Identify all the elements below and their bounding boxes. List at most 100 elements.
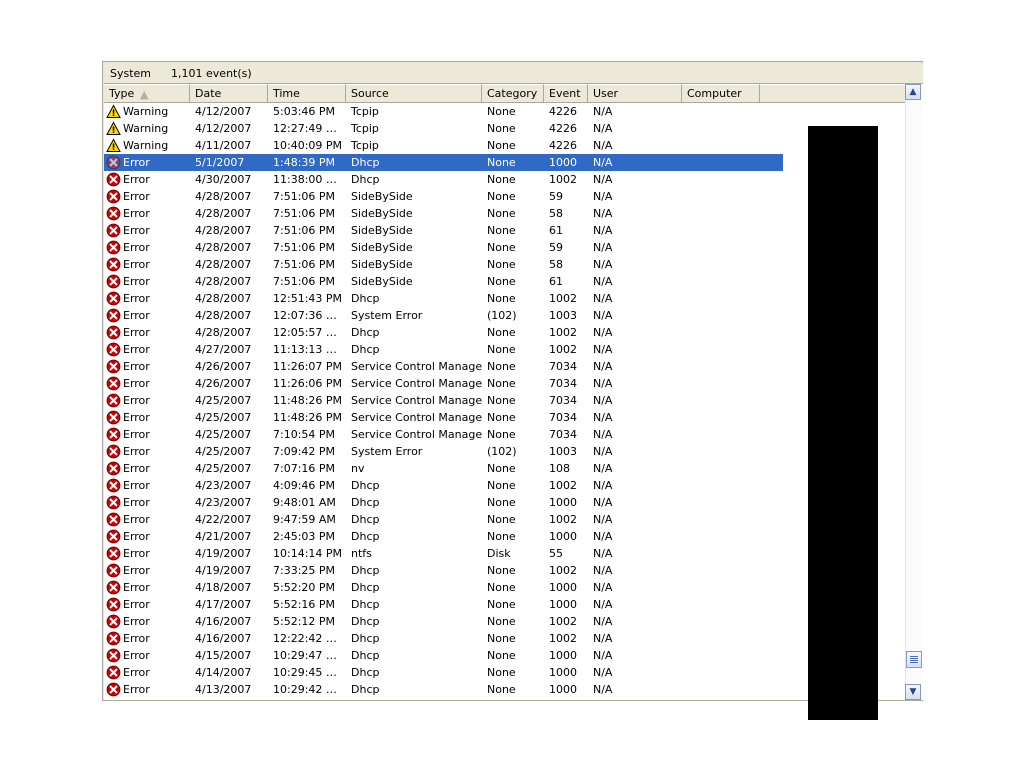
scroll-down-button[interactable]: ▼ [905, 684, 921, 700]
table-row[interactable]: Error 4/23/2007 4:09:46 PM Dhcp None 1002 N/A [104, 477, 907, 494]
column-header-type[interactable]: Type ▲ [104, 84, 190, 103]
table-row[interactable]: Error 4/30/2007 11:38:00 … Dhcp None 1002 N/A [104, 171, 907, 188]
cell-time: 7:51:06 PM [273, 207, 336, 220]
cell-user: N/A [593, 309, 613, 322]
warning-triangle-icon [106, 138, 121, 153]
table-row[interactable]: Error 4/25/2007 7:09:42 PM System Error (102… [104, 443, 907, 460]
table-row[interactable]: Error 5/1/2007 1:48:39 PM Dhcp None 1000 N/A [104, 154, 783, 171]
cell-source: SideBySide [351, 275, 413, 288]
table-row[interactable]: Error 4/28/2007 12:05:57 … Dhcp None 1002 N/A [104, 324, 907, 341]
column-header-source[interactable]: Source [346, 84, 482, 103]
table-row[interactable]: Error 4/23/2007 9:48:01 AM Dhcp None 1000 N/A [104, 494, 907, 511]
cell-category: None [487, 428, 516, 441]
scroll-up-button[interactable]: ▲ [905, 84, 921, 100]
scrollbar-thumb[interactable] [906, 651, 922, 668]
column-header-time[interactable]: Time [268, 84, 346, 103]
column-header-computer[interactable]: Computer [682, 84, 760, 103]
cell-event: 58 [549, 258, 563, 271]
cell-source: Dhcp [351, 292, 380, 305]
cell-type: Error [104, 477, 190, 494]
table-row[interactable]: Warning 4/12/2007 5:03:46 PM Tcpip None 4226 N… [104, 103, 907, 120]
error-circle-icon [106, 580, 121, 595]
event-type-label: Error [123, 445, 150, 458]
cell-date: 4/28/2007 [195, 309, 252, 322]
table-row[interactable]: Error 4/28/2007 7:51:06 PM SideBySide None 58… [104, 205, 907, 222]
cell-user: N/A [593, 581, 613, 594]
cell-source: Dhcp [351, 326, 380, 339]
cell-time: 9:47:59 AM [273, 513, 336, 526]
table-row[interactable]: Error 4/16/2007 5:52:12 PM Dhcp None 1002 N/A [104, 613, 907, 630]
column-header-user[interactable]: User [588, 84, 682, 103]
cell-computer [682, 596, 760, 613]
table-row[interactable]: Error 4/28/2007 12:51:43 PM Dhcp None 1002 N/A [104, 290, 907, 307]
cell-event: 1003 [549, 445, 577, 458]
cell-type: Error [104, 562, 190, 579]
table-row[interactable]: Error 4/25/2007 11:48:26 PM Service Control… [104, 392, 907, 409]
cell-category: None [487, 122, 516, 135]
cell-event: 7034 [549, 360, 577, 373]
event-list-view[interactable]: Type ▲ Date Time Source Category Event User Comp… [104, 84, 923, 720]
table-row[interactable]: Error 4/28/2007 7:51:06 PM SideBySide None 61… [104, 273, 907, 290]
log-name-label: System [110, 66, 152, 80]
table-row[interactable]: Error 4/25/2007 7:10:54 PM Service Control … [104, 426, 907, 443]
error-circle-icon [106, 359, 121, 374]
cell-source: SideBySide [351, 224, 413, 237]
cell-user: N/A [593, 190, 613, 203]
cell-date: 4/23/2007 [195, 496, 252, 509]
table-row[interactable]: Error 4/25/2007 11:48:26 PM Service Control… [104, 409, 907, 426]
cell-computer [682, 443, 760, 460]
column-header-date[interactable]: Date [190, 84, 268, 103]
column-header-label: Computer [687, 87, 742, 100]
table-row[interactable]: Error 4/17/2007 5:52:16 PM Dhcp None 1000 N/A [104, 596, 907, 613]
cell-user: N/A [593, 445, 613, 458]
table-row[interactable]: Warning 4/12/2007 12:27:49 … Tcpip None 4226 N… [104, 120, 907, 137]
cell-user: N/A [593, 479, 613, 492]
scrollbar-track[interactable] [905, 100, 922, 684]
cell-computer [682, 613, 760, 630]
cell-event: 1000 [549, 496, 577, 509]
table-row[interactable]: Error 4/13/2007 10:29:42 … Dhcp None 1000 N/A [104, 681, 907, 698]
event-type-label: Error [123, 649, 150, 662]
error-circle-icon [106, 495, 121, 510]
error-circle-icon [106, 376, 121, 391]
table-row[interactable]: Error 4/21/2007 2:45:03 PM Dhcp None 1000 N/A [104, 528, 907, 545]
cell-category: None [487, 190, 516, 203]
cell-user: N/A [593, 224, 613, 237]
table-row[interactable]: Error 4/15/2007 10:29:47 … Dhcp None 1000 N/A [104, 647, 907, 664]
cell-date: 4/18/2007 [195, 581, 252, 594]
cell-event: 61 [549, 275, 563, 288]
column-header-filler[interactable] [760, 84, 907, 103]
cell-user: N/A [593, 343, 613, 356]
table-row[interactable]: Error 4/28/2007 7:51:06 PM SideBySide None 59… [104, 239, 907, 256]
cell-event: 1000 [549, 530, 577, 543]
vertical-scrollbar[interactable]: ▲ ▼ [905, 84, 922, 700]
cell-user: N/A [593, 632, 613, 645]
table-row[interactable]: Warning 4/11/2007 10:40:09 PM Tcpip None 4226… [104, 137, 907, 154]
cell-source: System Error [351, 445, 423, 458]
event-rows-container[interactable]: Warning 4/12/2007 5:03:46 PM Tcpip None 4226 N… [104, 103, 907, 700]
table-row[interactable]: Error 4/16/2007 12:22:42 … Dhcp None 1002 N/A [104, 630, 907, 647]
table-row[interactable]: Error 4/22/2007 9:47:59 AM Dhcp None 1002 N/A [104, 511, 907, 528]
table-row[interactable]: Error 4/19/2007 10:14:14 PM ntfs Disk 55 N/A [104, 545, 907, 562]
cell-user: N/A [593, 666, 613, 679]
table-row[interactable]: Error 4/28/2007 7:51:06 PM SideBySide None 58… [104, 256, 907, 273]
event-type-label: Error [123, 411, 150, 424]
table-row[interactable]: Error 4/19/2007 7:33:25 PM Dhcp None 1002 N/A [104, 562, 907, 579]
cell-computer [682, 494, 760, 511]
table-row[interactable]: Error 4/18/2007 5:52:20 PM Dhcp None 1000 N/A [104, 579, 907, 596]
table-row[interactable]: Error 4/28/2007 7:51:06 PM SideBySide None 61… [104, 222, 907, 239]
table-row[interactable]: Error 4/26/2007 11:26:07 PM Service Control… [104, 358, 907, 375]
table-row[interactable]: Error 4/14/2007 10:29:45 … Dhcp None 1000 N/A [104, 664, 907, 681]
cell-date: 4/11/2007 [195, 139, 252, 152]
table-row[interactable]: Error 4/26/2007 11:26:06 PM Service Control… [104, 375, 907, 392]
column-header-category[interactable]: Category [482, 84, 544, 103]
cell-category: None [487, 360, 516, 373]
cell-date: 4/12/2007 [195, 105, 252, 118]
table-row[interactable]: Error 4/28/2007 12:07:36 … System Error (102… [104, 307, 907, 324]
cell-date: 4/28/2007 [195, 224, 252, 237]
column-header-event[interactable]: Event [544, 84, 588, 103]
cell-time: 12:05:57 … [273, 326, 337, 339]
table-row[interactable]: Error 4/28/2007 7:51:06 PM SideBySide None 59… [104, 188, 907, 205]
table-row[interactable]: Error 4/25/2007 7:07:16 PM nv None 108 N/A [104, 460, 907, 477]
table-row[interactable]: Error 4/27/2007 11:13:13 … Dhcp None 1002 N/A [104, 341, 907, 358]
